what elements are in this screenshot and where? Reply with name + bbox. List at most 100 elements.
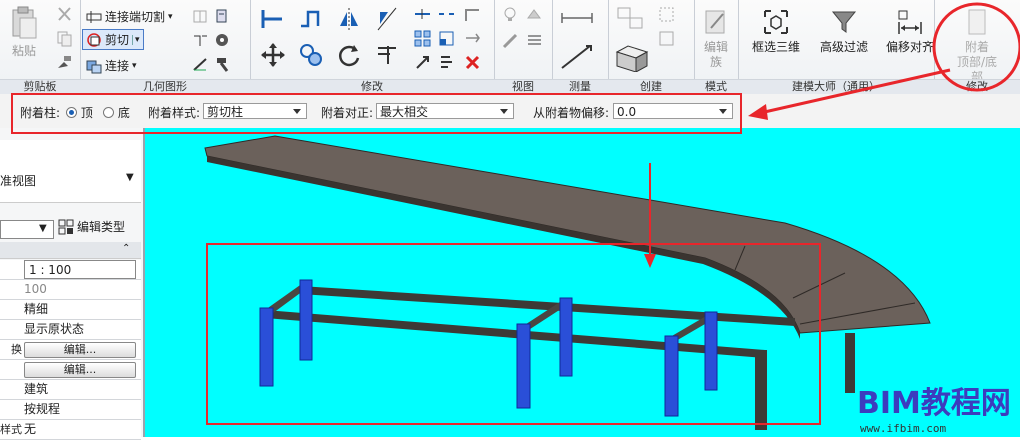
split-element-icon[interactable] <box>414 6 431 23</box>
create-similar-icon[interactable] <box>658 6 675 23</box>
column-selected-3[interactable] <box>516 323 531 409</box>
edit-property-button[interactable]: 编辑... <box>24 342 136 358</box>
join-geometry-button[interactable]: 连接 ▾ <box>86 57 137 74</box>
cut-geometry-button[interactable]: 剪切 ▾ <box>82 29 144 50</box>
property-row[interactable]: 精细 <box>0 300 141 320</box>
properties-group-header[interactable]: ⌃ <box>0 242 141 259</box>
unpin-icon[interactable] <box>438 54 455 71</box>
hide-element-icon[interactable] <box>526 6 543 23</box>
column-selected-5[interactable] <box>664 335 679 417</box>
property-row[interactable]: 显示原状态 <box>0 320 141 340</box>
column-selected-2[interactable] <box>299 279 313 361</box>
attach-justify-label: 附着对正: <box>321 106 374 120</box>
offset-input[interactable]: 0.0 <box>613 103 733 119</box>
attach-top-radio[interactable]: 顶 <box>66 104 93 121</box>
mirror-draw-icon[interactable] <box>374 6 400 32</box>
box-select-3d-button[interactable]: 框选三维 <box>744 8 808 55</box>
property-row[interactable]: 建筑 <box>0 380 141 400</box>
watermark-url: www.ifbim.com <box>860 422 946 435</box>
property-value: 100 <box>24 282 47 296</box>
mirror-axis-icon[interactable] <box>336 6 362 32</box>
attach-justify-select[interactable]: 最大相交 <box>376 103 514 119</box>
trim-corner-icon[interactable] <box>464 6 481 23</box>
lightbulb-icon[interactable] <box>502 6 519 23</box>
property-value: 按规程 <box>24 402 61 416</box>
panel-view: 视图 <box>494 0 553 94</box>
rotate-icon[interactable] <box>336 42 362 68</box>
delete-icon[interactable] <box>464 54 481 71</box>
panel-title: 修改 <box>934 79 1020 94</box>
paint-icon[interactable] <box>214 8 231 25</box>
create-group-icon[interactable] <box>616 6 646 32</box>
copy-icon[interactable] <box>56 30 73 47</box>
array-icon[interactable] <box>414 30 431 47</box>
offset-icon[interactable] <box>298 6 324 32</box>
property-key <box>0 360 22 379</box>
move-icon[interactable] <box>260 42 286 68</box>
create-assembly-icon[interactable] <box>658 30 675 47</box>
offset-align-icon <box>898 10 922 34</box>
linework-icon[interactable] <box>192 56 209 73</box>
property-row[interactable]: 编辑... <box>0 360 141 380</box>
cut-scissors-icon[interactable] <box>56 6 73 23</box>
scale-icon[interactable] <box>438 30 455 47</box>
instance-filter-select[interactable]: ▼ <box>0 220 54 239</box>
paste-icon <box>12 6 37 39</box>
property-row[interactable]: 换编辑... <box>0 340 141 360</box>
attach-top-base-button[interactable]: 附着 顶部/底部 <box>952 8 1002 85</box>
attach-top-base-icon <box>968 9 986 35</box>
cut-join-button[interactable]: 连接端切割 ▾ <box>86 8 173 25</box>
attach-bottom-radio[interactable]: 底 <box>103 104 130 121</box>
override-graphics-icon[interactable] <box>502 32 519 49</box>
measure-pin-icon[interactable] <box>464 30 481 47</box>
advanced-filter-button[interactable]: 高级过滤 <box>812 8 876 55</box>
property-value: 显示原状态 <box>24 322 85 336</box>
linework-view-icon[interactable] <box>526 32 543 49</box>
property-row[interactable]: 100 <box>0 280 141 300</box>
edit-property-button[interactable]: 编辑... <box>24 362 136 378</box>
column-selected[interactable] <box>259 307 274 387</box>
create-parts-icon[interactable] <box>614 42 650 72</box>
column-dark[interactable] <box>755 350 767 430</box>
radio-on-icon <box>66 107 77 118</box>
model-view-canvas[interactable]: BIM教程网 www.ifbim.com <box>145 128 1020 437</box>
panel-attach: 附着 顶部/底部 修改 <box>934 0 1020 94</box>
collapse-chevron-icon[interactable]: ⌃ <box>122 243 130 254</box>
hammer-icon[interactable] <box>214 56 231 73</box>
panel-measure: 测量 <box>552 0 609 94</box>
column-selected-4[interactable] <box>559 297 573 377</box>
3d-viewport[interactable]: BIM教程网 www.ifbim.com <box>145 128 1020 437</box>
cut-dropdown-arrow[interactable]: ▾ <box>132 34 140 45</box>
column-dark-2[interactable] <box>845 333 855 393</box>
align-icon[interactable] <box>260 6 286 32</box>
demolish-icon[interactable] <box>214 32 231 49</box>
column-selected-6[interactable] <box>704 311 718 391</box>
panel-mode: 编辑 族 模式 <box>694 0 739 94</box>
match-properties-icon[interactable] <box>56 54 73 71</box>
edit-family-button[interactable]: 编辑 族 <box>697 8 735 70</box>
attach-column-label: 附着柱: <box>20 106 61 120</box>
property-row[interactable]: 按规程 <box>0 400 141 420</box>
dimension-icon[interactable] <box>560 44 594 70</box>
type-selector-arrow[interactable]: ▼ <box>126 172 134 183</box>
type-selector[interactable]: 准视图 ▼ <box>0 140 141 203</box>
pin-icon[interactable] <box>414 54 431 71</box>
property-value: 精细 <box>24 302 49 316</box>
copy-element-icon[interactable] <box>298 42 324 68</box>
measure-between-icon[interactable] <box>560 10 594 27</box>
attach-style-select[interactable]: 剪切柱 <box>203 103 307 119</box>
panel-title: 修改 <box>250 79 494 94</box>
edit-type-icon <box>58 219 74 234</box>
property-value[interactable]: 1 : 100 <box>24 260 136 279</box>
wall-joins-icon[interactable] <box>192 32 209 49</box>
trim-extend-icon[interactable] <box>374 42 400 68</box>
property-key <box>0 280 22 299</box>
property-row[interactable]: 1 : 100 <box>0 260 141 280</box>
offset-align-button[interactable]: 偏移对齐 <box>878 8 942 55</box>
panel-model-tools: 框选三维 高级过滤 偏移对齐 建模大师（通用） <box>738 0 935 94</box>
property-row[interactable]: 样式无 <box>0 420 141 440</box>
edit-type-button[interactable]: 编辑类型 <box>58 218 125 235</box>
paste-button[interactable]: 粘贴 <box>6 6 42 59</box>
split-gap-icon[interactable] <box>438 6 455 23</box>
split-face-icon[interactable] <box>192 8 209 25</box>
